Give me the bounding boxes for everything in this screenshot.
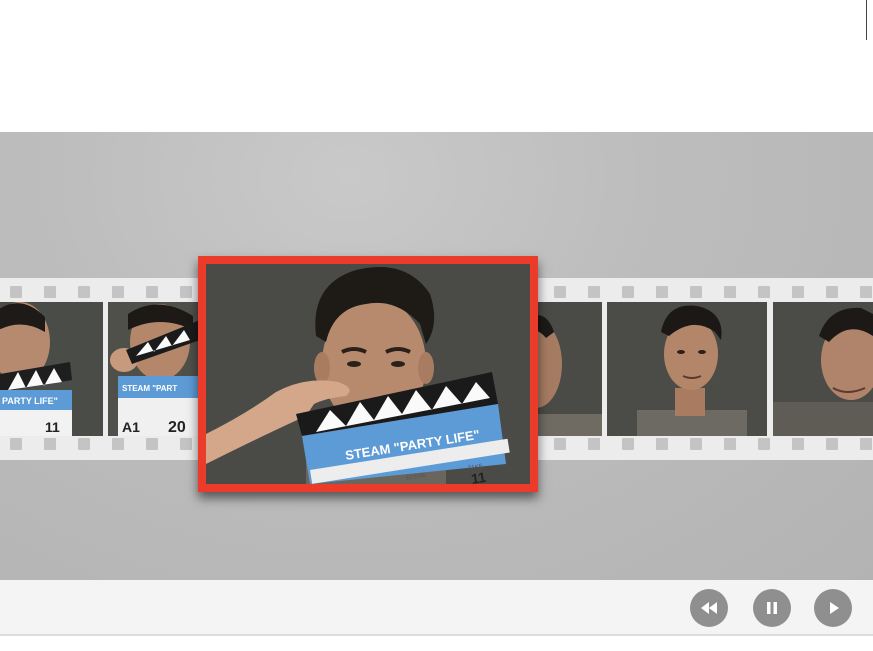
featured-frame-image: STEAM "PARTY LIFE" SCENE TAKE 11 xyxy=(206,264,530,484)
sprocket-hole xyxy=(78,286,90,298)
sprocket-hole xyxy=(10,286,22,298)
top-divider xyxy=(866,0,867,40)
sprocket-hole xyxy=(588,438,600,450)
sprocket-hole xyxy=(690,286,702,298)
sprocket-hole xyxy=(860,286,872,298)
sprocket-hole xyxy=(146,286,158,298)
sprocket-hole xyxy=(180,438,192,450)
frame-2-clapboard-take: 20 xyxy=(168,419,186,436)
sprocket-hole xyxy=(112,286,124,298)
frame-2-clapboard-scene: A1 xyxy=(122,419,140,435)
sprocket-hole xyxy=(112,438,124,450)
sprocket-hole xyxy=(588,286,600,298)
sprocket-hole xyxy=(554,438,566,450)
sprocket-hole xyxy=(724,438,736,450)
frame-2-clapboard-title: STEAM "PART xyxy=(122,384,177,393)
filmstrip-frame-2[interactable]: STEAM "PART A1 20 xyxy=(108,302,200,436)
player-controls xyxy=(0,580,873,636)
rewind-button[interactable] xyxy=(690,589,728,627)
sprocket-hole xyxy=(758,286,770,298)
frame-1-clapboard-title: PARTY LIFE" xyxy=(2,396,58,406)
sprocket-hole xyxy=(44,438,56,450)
sprocket-hole xyxy=(860,438,872,450)
sprocket-hole xyxy=(44,286,56,298)
sprocket-hole xyxy=(656,286,668,298)
sprocket-hole xyxy=(622,286,634,298)
sprocket-hole xyxy=(792,286,804,298)
sprocket-hole xyxy=(180,286,192,298)
featured-frame[interactable]: STEAM "PARTY LIFE" SCENE TAKE 11 xyxy=(198,256,538,492)
sprocket-hole xyxy=(656,438,668,450)
sprocket-hole xyxy=(78,438,90,450)
filmstrip-frame-1[interactable]: PARTY LIFE" 11 xyxy=(0,302,103,436)
sprocket-hole xyxy=(10,438,22,450)
featured-clapboard-take: 11 xyxy=(470,469,487,484)
sprocket-hole xyxy=(792,438,804,450)
play-button[interactable] xyxy=(814,589,852,627)
sprocket-hole xyxy=(826,286,838,298)
sprocket-hole xyxy=(554,286,566,298)
pause-icon xyxy=(767,602,777,614)
rewind-icon xyxy=(701,602,717,614)
sprocket-hole xyxy=(146,438,158,450)
pause-button[interactable] xyxy=(753,589,791,627)
sprocket-hole xyxy=(826,438,838,450)
sprocket-hole xyxy=(724,286,736,298)
sprocket-hole xyxy=(758,438,770,450)
filmstrip-frame-3[interactable] xyxy=(536,302,602,436)
sprocket-hole xyxy=(622,438,634,450)
play-icon xyxy=(830,602,839,614)
video-stage: PARTY LIFE" 11 STEAM "PART A1 20 STEAM "… xyxy=(0,132,873,580)
sprocket-hole xyxy=(690,438,702,450)
frame-1-clapboard-take: 11 xyxy=(45,419,60,435)
filmstrip-frame-4[interactable] xyxy=(607,302,767,436)
filmstrip-frame-5[interactable] xyxy=(773,302,873,436)
